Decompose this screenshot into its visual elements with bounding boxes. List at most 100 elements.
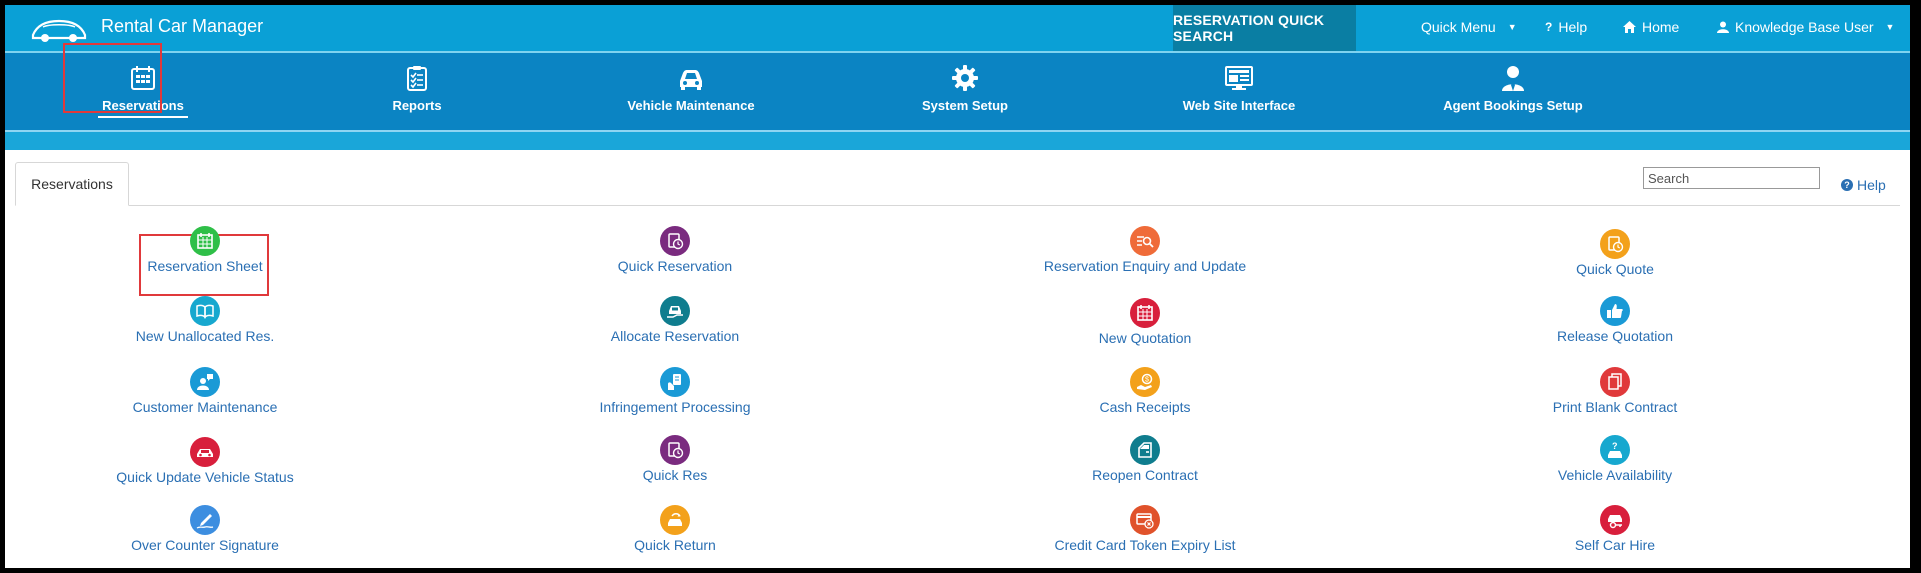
- help-menu-link[interactable]: ? Help: [1545, 19, 1587, 35]
- module-label: Vehicle Maintenance: [627, 98, 755, 113]
- app-window: Rental Car Manager RESERVATION QUICK SEA…: [5, 5, 1910, 568]
- menu-item-release-quotation[interactable]: Release Quotation: [1415, 296, 1815, 344]
- menu-item-label: Customer Maintenance: [132, 399, 278, 415]
- module-agent-bookings-setup[interactable]: Agent Bookings Setup: [1413, 53, 1613, 130]
- menu-item-allocate-reservation[interactable]: Allocate Reservation: [475, 296, 875, 344]
- highlight-box-reservations: [63, 43, 162, 113]
- menu-item-label: Print Blank Contract: [1552, 399, 1678, 415]
- menu-item-quick-reservation[interactable]: Quick Reservation: [475, 226, 875, 274]
- car-key-icon: [1600, 505, 1630, 535]
- car-return-icon: [660, 505, 690, 535]
- divider: [5, 130, 1910, 132]
- menu-item-reservation-sheet[interactable]: Reservation Sheet: [5, 226, 405, 274]
- nav-strip: [5, 130, 1910, 150]
- help-link-label: Help: [1857, 177, 1886, 193]
- menu-item-reopen-contract[interactable]: Reopen Contract: [945, 435, 1345, 483]
- module-web-site-interface[interactable]: Web Site Interface: [1139, 53, 1339, 130]
- car-logo-icon[interactable]: [29, 15, 89, 43]
- menu-item-label: New Unallocated Res.: [135, 328, 275, 344]
- menu-item-customer-maintenance[interactable]: Customer Maintenance: [5, 367, 405, 415]
- help-link[interactable]: ? Help: [1841, 177, 1886, 193]
- quick-menu-label: Quick Menu: [1421, 19, 1496, 35]
- app-title[interactable]: Rental Car Manager: [101, 16, 263, 37]
- module-label: Web Site Interface: [1182, 98, 1296, 113]
- menu-item-vehicle-availability[interactable]: ? Vehicle Availability: [1415, 435, 1815, 483]
- menu-item-label: Quick Res: [642, 467, 708, 483]
- module-system-setup[interactable]: System Setup: [865, 53, 1065, 130]
- menu-item-quick-quote[interactable]: Quick Quote: [1415, 229, 1815, 277]
- top-bar: Rental Car Manager RESERVATION QUICK SEA…: [5, 5, 1910, 53]
- home-link[interactable]: Home: [1623, 19, 1679, 35]
- help-icon: ?: [1841, 179, 1853, 191]
- menu-item-new-quotation[interactable]: New Quotation: [945, 298, 1345, 346]
- thumbs-up-icon: [1600, 296, 1630, 326]
- module-label: System Setup: [922, 98, 1008, 113]
- quick-menu-dropdown[interactable]: Quick Menu ▼: [1421, 19, 1517, 35]
- menu-item-label: Infringement Processing: [599, 399, 751, 415]
- car-hand-icon: [660, 296, 690, 326]
- svg-text:?: ?: [1612, 441, 1618, 451]
- calendar-grid-icon: [1130, 298, 1160, 328]
- user-menu-dropdown[interactable]: Knowledge Base User ▼: [1717, 19, 1894, 35]
- module-label: Reports: [392, 98, 442, 113]
- hand-document-icon: [660, 367, 690, 397]
- menu-item-label: Quick Return: [634, 537, 716, 553]
- menu-item-cash-receipts[interactable]: $ Cash Receipts: [945, 367, 1345, 415]
- reservation-quick-search-button[interactable]: RESERVATION QUICK SEARCH: [1173, 5, 1356, 51]
- active-indicator: [98, 116, 188, 118]
- agent-icon: [1502, 66, 1524, 91]
- menu-item-label: Release Quotation: [1557, 328, 1673, 344]
- car-icon: [190, 437, 220, 467]
- calendar-grid-icon: [190, 226, 220, 256]
- menu-item-label: Quick Update Vehicle Status: [116, 469, 294, 485]
- menu-item-label: Vehicle Availability: [1557, 467, 1673, 483]
- menu-item-print-blank-contract[interactable]: Print Blank Contract: [1415, 367, 1815, 415]
- menu-item-label: Reservation Enquiry and Update: [1043, 258, 1247, 274]
- clipboard-clock-icon: [1600, 229, 1630, 259]
- tab-divider: [15, 205, 1900, 206]
- menu-item-label: Allocate Reservation: [610, 328, 740, 344]
- chevron-down-icon: ▼: [1507, 22, 1517, 32]
- menu-item-reservation-enquiry-and-update[interactable]: Reservation Enquiry and Update: [945, 226, 1345, 274]
- menu-item-credit-card-token-expiry-list[interactable]: Credit Card Token Expiry List: [945, 505, 1345, 553]
- user-icon: [1717, 21, 1729, 33]
- menu-item-label: New Quotation: [1098, 330, 1192, 346]
- menu-item-over-counter-signature[interactable]: Over Counter Signature: [5, 505, 405, 553]
- search-input[interactable]: [1643, 167, 1820, 189]
- tab-reservations[interactable]: Reservations: [15, 162, 129, 206]
- monitor-icon: [1225, 66, 1253, 90]
- menu-item-label: Self Car Hire: [1574, 537, 1656, 553]
- menu-item-quick-return[interactable]: Quick Return: [475, 505, 875, 553]
- menu-item-quick-update-vehicle-status[interactable]: Quick Update Vehicle Status: [5, 437, 405, 485]
- chevron-down-icon: ▼: [1885, 22, 1895, 32]
- money-hand-icon: $: [1130, 367, 1160, 397]
- person-chat-icon: [190, 367, 220, 397]
- car-icon: [680, 70, 702, 90]
- search-list-icon: [1130, 226, 1160, 256]
- menu-item-infringement-processing[interactable]: Infringement Processing: [475, 367, 875, 415]
- module-reports[interactable]: Reports: [317, 53, 517, 130]
- help-label: Help: [1558, 19, 1588, 35]
- clipboard-clock-icon: [660, 435, 690, 465]
- document-copy-icon: [1600, 367, 1630, 397]
- menu-item-label: Over Counter Signature: [131, 537, 279, 553]
- pen-signature-icon: [190, 505, 220, 535]
- svg-text:$: $: [1145, 377, 1149, 384]
- home-label: Home: [1642, 19, 1680, 35]
- module-label: Agent Bookings Setup: [1443, 98, 1583, 113]
- module-nav: Reservations Reports Vehicle Maintenance: [5, 53, 1910, 150]
- card-cancel-icon: [1130, 505, 1160, 535]
- clipboard-clock-icon: [660, 226, 690, 256]
- user-name: Knowledge Base User: [1735, 19, 1874, 35]
- menu-item-label: Reservation Sheet: [147, 258, 263, 274]
- gear-icon: [952, 65, 978, 91]
- menu-item-new-unallocated-res[interactable]: New Unallocated Res.: [5, 296, 405, 344]
- menu-item-label: Credit Card Token Expiry List: [1054, 537, 1236, 553]
- clipboard-checklist-icon: [407, 66, 427, 91]
- menu-item-label: Quick Quote: [1576, 261, 1654, 277]
- car-door-icon: [1130, 435, 1160, 465]
- menu-item-self-car-hire[interactable]: Self Car Hire: [1415, 505, 1815, 553]
- car-question-icon: ?: [1600, 435, 1630, 465]
- menu-item-quick-res[interactable]: Quick Res: [475, 435, 875, 483]
- module-vehicle-maintenance[interactable]: Vehicle Maintenance: [591, 53, 791, 130]
